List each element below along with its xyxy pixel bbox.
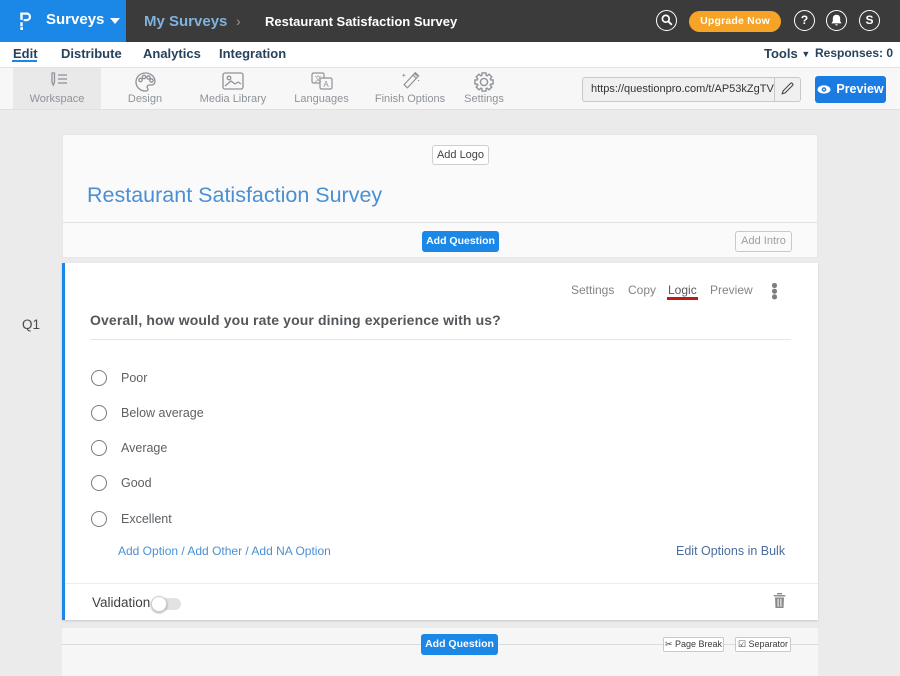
svg-text:文: 文 (314, 74, 321, 83)
svg-text:A: A (323, 80, 329, 89)
